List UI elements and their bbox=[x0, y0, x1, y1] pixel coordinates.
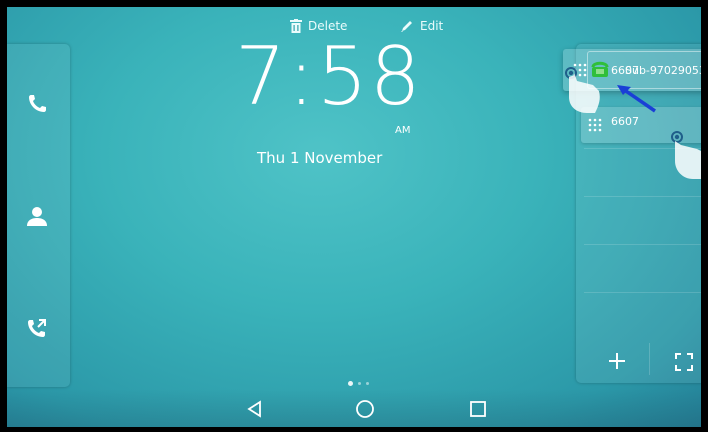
touch-hand-icon bbox=[671, 131, 701, 179]
contacts-icon[interactable] bbox=[25, 204, 49, 228]
page-dot-active bbox=[348, 381, 353, 386]
edit-label: Edit bbox=[420, 19, 444, 33]
back-icon[interactable] bbox=[243, 397, 267, 421]
phone-icon[interactable] bbox=[25, 92, 49, 116]
page-indicator bbox=[348, 381, 369, 386]
touch-hand-icon bbox=[565, 67, 600, 113]
pointer-arrow-icon bbox=[617, 85, 656, 113]
clock-date: Thu 1 November bbox=[257, 149, 383, 167]
call-history-icon[interactable] bbox=[25, 316, 49, 340]
row-divider bbox=[584, 292, 701, 293]
clock-ampm: AM bbox=[395, 125, 411, 136]
dragging-account-label: 6607Sub-970290535 bbox=[611, 64, 701, 77]
clock-time: 7:58 bbox=[235, 30, 423, 123]
navigation-bar bbox=[7, 389, 701, 427]
home-icon[interactable] bbox=[353, 397, 377, 421]
device-frame: Delete Edit 7:58 AM Thu 1 November 6607 … bbox=[0, 0, 708, 432]
drag-handle-icon[interactable] bbox=[588, 118, 602, 132]
add-icon[interactable] bbox=[605, 349, 629, 373]
expand-icon[interactable] bbox=[673, 351, 695, 373]
page-dot bbox=[366, 382, 369, 385]
left-sidebar bbox=[7, 44, 70, 387]
row-divider bbox=[584, 196, 701, 197]
home-screen: Delete Edit 7:58 AM Thu 1 November 6607 … bbox=[7, 7, 701, 427]
account-label: 6607 bbox=[611, 115, 639, 128]
button-divider bbox=[649, 343, 650, 375]
row-divider bbox=[584, 244, 701, 245]
recent-apps-icon[interactable] bbox=[466, 397, 490, 421]
page-dot bbox=[358, 382, 361, 385]
